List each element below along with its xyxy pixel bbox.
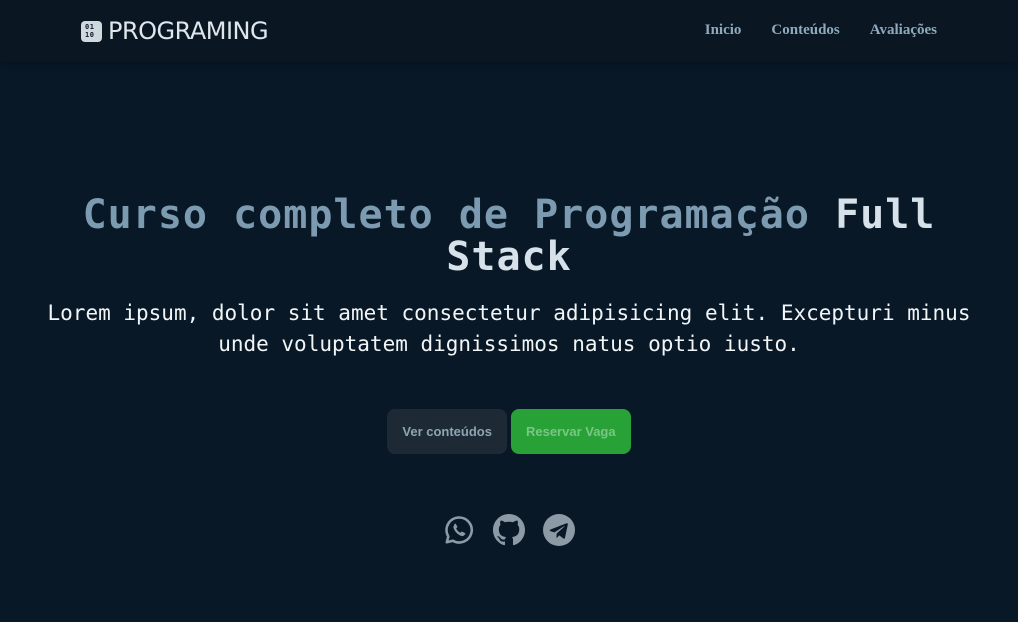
telegram-icon[interactable] [543, 514, 575, 546]
hero-subtitle: Lorem ipsum, dolor sit amet consectetur … [47, 301, 971, 356]
brand-name: PROGRAMING [108, 17, 269, 45]
hero-section: Curso completo de Programação Full Stack… [0, 62, 1018, 622]
github-icon[interactable] [493, 514, 525, 546]
logo-mark-bottom: 10 [85, 30, 95, 39]
nav-menu: Inicio Conteúdos Avaliações [705, 22, 937, 39]
hero-buttons: Ver conteúdos Reservar Vaga [0, 409, 1018, 454]
hero-title-main: Curso completo de Programação [82, 192, 836, 238]
ver-conteudos-button[interactable]: Ver conteúdos [387, 409, 507, 454]
nav-link-conteudos[interactable]: Conteúdos [771, 22, 839, 39]
social-links [0, 514, 1018, 546]
brand-logo[interactable]: 01 10 PROGRAMING [81, 17, 269, 45]
whatsapp-icon[interactable] [443, 514, 475, 546]
nav-link-avaliacoes[interactable]: Avaliações [870, 22, 937, 39]
hero-title: Curso completo de Programação Full Stack [30, 194, 988, 278]
reservar-vaga-button[interactable]: Reservar Vaga [510, 409, 631, 454]
navbar: 01 10 PROGRAMING Inicio Conteúdos Avalia… [0, 0, 1018, 62]
nav-link-inicio[interactable]: Inicio [705, 22, 742, 39]
binary-logo-icon: 01 10 [81, 20, 102, 42]
logo-mark-top: 01 [85, 22, 95, 31]
